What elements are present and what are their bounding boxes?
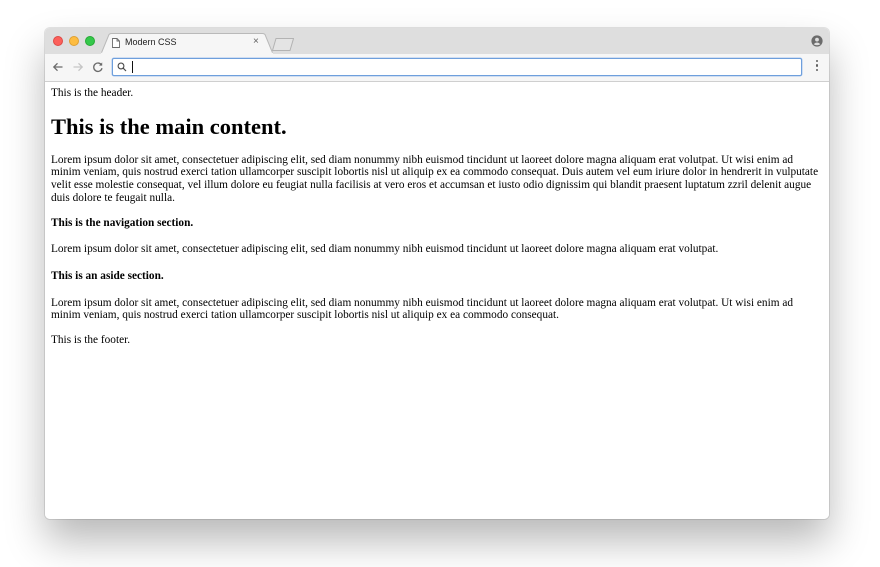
reload-icon: [93, 62, 103, 73]
browser-window: Modern CSS × This is the header. This is…: [45, 28, 829, 519]
aside-paragraph: Lorem ipsum dolor sit amet, consectetuer…: [51, 296, 793, 322]
minimize-window-button[interactable]: [69, 36, 79, 46]
nav-heading: This is the navigation section.: [51, 216, 194, 229]
menu-dots-icon: [815, 60, 819, 63]
search-icon: [117, 62, 127, 72]
page-footer: This is the footer.: [51, 334, 131, 347]
menu-button[interactable]: [815, 60, 819, 74]
page-viewport[interactable]: This is the header. This is the main con…: [45, 82, 829, 519]
text-cursor: [132, 61, 133, 73]
close-window-button[interactable]: [53, 36, 63, 46]
tab-title: Modern CSS: [125, 37, 177, 47]
page-icon: [112, 38, 120, 48]
back-button[interactable]: [50, 58, 66, 76]
reload-button[interactable]: [90, 58, 106, 76]
maximize-window-button[interactable]: [85, 36, 95, 46]
tab-content: Modern CSS ×: [111, 33, 271, 54]
address-input[interactable]: [131, 60, 791, 74]
profile-icon[interactable]: [811, 35, 823, 47]
tab-close-icon[interactable]: ×: [253, 36, 259, 48]
forward-button[interactable]: [70, 58, 86, 76]
title-bar: Modern CSS ×: [45, 28, 829, 54]
page-header: This is the header.: [51, 87, 134, 99]
arrow-left-icon: [52, 62, 63, 72]
page-content: This is the header. This is the main con…: [51, 82, 821, 347]
aside-heading: This is an aside section.: [51, 269, 164, 282]
browser-toolbar: [45, 54, 829, 82]
new-tab-button[interactable]: [272, 38, 294, 51]
address-bar[interactable]: [112, 58, 802, 76]
arrow-right-icon: [73, 62, 84, 72]
nav-paragraph: Lorem ipsum dolor sit amet, consectetuer…: [51, 243, 719, 256]
main-paragraph: Lorem ipsum dolor sit amet, consectetuer…: [51, 153, 819, 204]
main-heading: This is the main content.: [51, 113, 287, 139]
